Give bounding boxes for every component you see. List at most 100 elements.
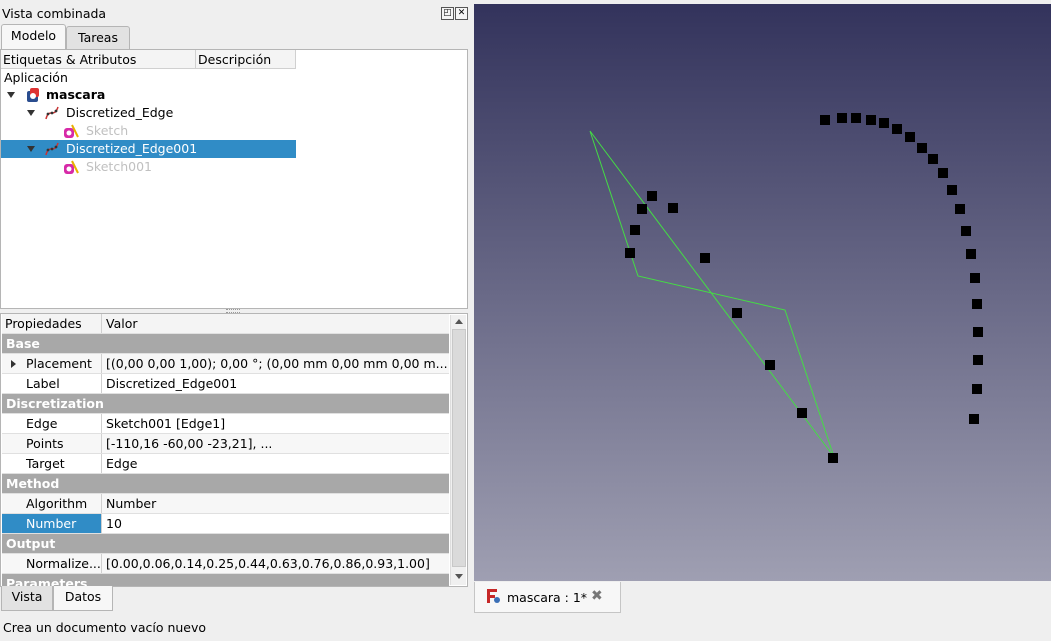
scroll-up-icon[interactable] xyxy=(455,319,463,324)
document-tab[interactable]: mascara : 1* ✖ xyxy=(474,582,621,613)
group-base[interactable]: Base xyxy=(2,334,449,354)
tree-item-discretized-edge[interactable]: Discretized_Edge xyxy=(1,104,296,122)
freecad-document-icon xyxy=(487,589,500,603)
tab-label: Tareas xyxy=(78,30,118,45)
tree-item-discretized-edge001[interactable]: Discretized_Edge001 xyxy=(1,140,296,158)
discretized-point[interactable] xyxy=(647,191,657,201)
property-name: Edge xyxy=(2,414,102,433)
tab-tareas[interactable]: Tareas xyxy=(66,26,130,49)
discretized-point[interactable] xyxy=(972,384,982,394)
property-row-points[interactable]: Points [-110,16 -60,00 -23,21], ... xyxy=(2,434,449,454)
tree-item-label: Sketch001 xyxy=(86,159,152,174)
tree-header-labels[interactable]: Etiquetas & Atributos xyxy=(1,50,196,69)
property-value[interactable]: [(0,00 0,00 1,00); 0,00 °; (0,00 mm 0,00… xyxy=(103,354,449,373)
tree-header-description[interactable]: Descripción xyxy=(196,50,296,69)
property-value[interactable]: Sketch001 [Edge1] xyxy=(103,414,449,433)
property-name: Number xyxy=(2,514,102,533)
property-row-normalized[interactable]: Normalize... [0.00,0.06,0.14,0.25,0.44,0… xyxy=(2,554,449,574)
discretized-point[interactable] xyxy=(966,249,976,259)
discretized-point[interactable] xyxy=(938,168,948,178)
close-tab-icon[interactable]: ✖ xyxy=(591,588,603,604)
discretized-points-edge[interactable] xyxy=(820,113,983,424)
discretized-point[interactable] xyxy=(668,203,678,213)
discretized-point[interactable] xyxy=(917,143,927,153)
tree-item-label: Discretized_Edge xyxy=(66,105,174,120)
property-row-label[interactable]: Label Discretized_Edge001 xyxy=(2,374,449,394)
document-tab-label: mascara : 1* xyxy=(507,590,588,605)
group-output[interactable]: Output xyxy=(2,534,449,554)
discretized-point[interactable] xyxy=(637,204,647,214)
chevron-down-icon[interactable] xyxy=(27,146,35,152)
property-value[interactable]: 10 xyxy=(103,514,449,533)
discretized-point[interactable] xyxy=(625,248,635,258)
3d-view[interactable] xyxy=(474,4,1051,581)
property-scrollbar[interactable] xyxy=(450,315,466,585)
chevron-down-icon[interactable] xyxy=(7,92,15,98)
discretized-point[interactable] xyxy=(928,154,938,164)
close-icon[interactable]: ✕ xyxy=(455,7,468,20)
property-name: Target xyxy=(2,454,102,473)
chevron-down-icon[interactable] xyxy=(27,110,35,116)
discretize-icon xyxy=(45,106,59,120)
discretized-point[interactable] xyxy=(866,115,876,125)
property-value[interactable]: [-110,16 -60,00 -23,21], ... xyxy=(103,434,449,453)
model-tree[interactable]: Etiquetas & Atributos Descripción Aplica… xyxy=(0,49,468,309)
property-row-target[interactable]: Target Edge xyxy=(2,454,449,474)
group-discretization[interactable]: Discretization xyxy=(2,394,449,414)
property-value[interactable]: Number xyxy=(103,494,449,513)
property-row-edge[interactable]: Edge Sketch001 [Edge1] xyxy=(2,414,449,434)
tree-item-mascara[interactable]: mascara xyxy=(1,86,296,104)
float-icon[interactable]: ◰ xyxy=(441,7,454,20)
header-properties[interactable]: Propiedades xyxy=(2,314,102,333)
discretized-point[interactable] xyxy=(700,253,710,263)
discretized-point[interactable] xyxy=(879,118,889,128)
tab-vista[interactable]: Vista xyxy=(1,586,53,611)
property-row-algorithm[interactable]: Algorithm Number xyxy=(2,494,449,514)
discretized-point[interactable] xyxy=(732,308,742,318)
discretized-points-edge001[interactable] xyxy=(625,191,838,463)
header-value[interactable]: Valor xyxy=(103,314,449,333)
discretized-point[interactable] xyxy=(630,225,640,235)
property-row-number[interactable]: Number 10 xyxy=(2,514,449,534)
discretized-point[interactable] xyxy=(892,124,902,134)
property-value[interactable]: Discretized_Edge001 xyxy=(103,374,449,393)
property-value[interactable]: [0.00,0.06,0.14,0.25,0.44,0.63,0.76,0.86… xyxy=(103,554,449,573)
discretized-point[interactable] xyxy=(955,204,965,214)
scrollbar-thumb[interactable] xyxy=(452,329,466,567)
property-value[interactable]: Edge xyxy=(103,454,449,473)
tab-modelo[interactable]: Modelo xyxy=(1,24,66,49)
discretized-point[interactable] xyxy=(973,327,983,337)
discretize-icon xyxy=(45,142,59,156)
discretized-point[interactable] xyxy=(851,113,861,123)
discretized-point[interactable] xyxy=(970,273,980,283)
tab-label: Vista xyxy=(11,589,43,604)
discretized-point[interactable] xyxy=(973,355,983,365)
tree-item-sketch001[interactable]: Sketch001 xyxy=(1,158,296,176)
discretized-point[interactable] xyxy=(837,113,847,123)
discretized-point[interactable] xyxy=(961,226,971,236)
tab-label: Datos xyxy=(64,589,102,604)
discretized-point[interactable] xyxy=(828,453,838,463)
tree-section-application: Aplicación xyxy=(4,70,68,85)
tree-item-sketch[interactable]: Sketch xyxy=(1,122,296,140)
discretized-point[interactable] xyxy=(797,408,807,418)
property-row-placement[interactable]: Placement [(0,00 0,00 1,00); 0,00 °; (0,… xyxy=(2,354,449,374)
discretized-point[interactable] xyxy=(972,299,982,309)
property-name: Normalize... xyxy=(2,554,102,573)
scroll-down-icon[interactable] xyxy=(455,574,463,579)
property-name: Algorithm xyxy=(2,494,102,513)
discretized-point[interactable] xyxy=(765,360,775,370)
group-method[interactable]: Method xyxy=(2,474,449,494)
discretized-point[interactable] xyxy=(820,115,830,125)
discretized-point[interactable] xyxy=(969,414,979,424)
panel-title: Vista combinada xyxy=(2,6,107,21)
property-editor[interactable]: Propiedades Valor Base Placement [(0,00 … xyxy=(0,313,468,587)
discretized-point[interactable] xyxy=(905,132,915,142)
status-bar-text: Crea un documento vacío nuevo xyxy=(3,620,207,635)
property-header: Propiedades Valor xyxy=(2,314,449,334)
tab-datos[interactable]: Datos xyxy=(53,586,113,611)
tab-label: Modelo xyxy=(10,28,57,43)
discretized-point[interactable] xyxy=(947,185,957,195)
tree-item-label: Discretized_Edge001 xyxy=(66,141,198,156)
scene-canvas[interactable] xyxy=(474,4,1051,581)
